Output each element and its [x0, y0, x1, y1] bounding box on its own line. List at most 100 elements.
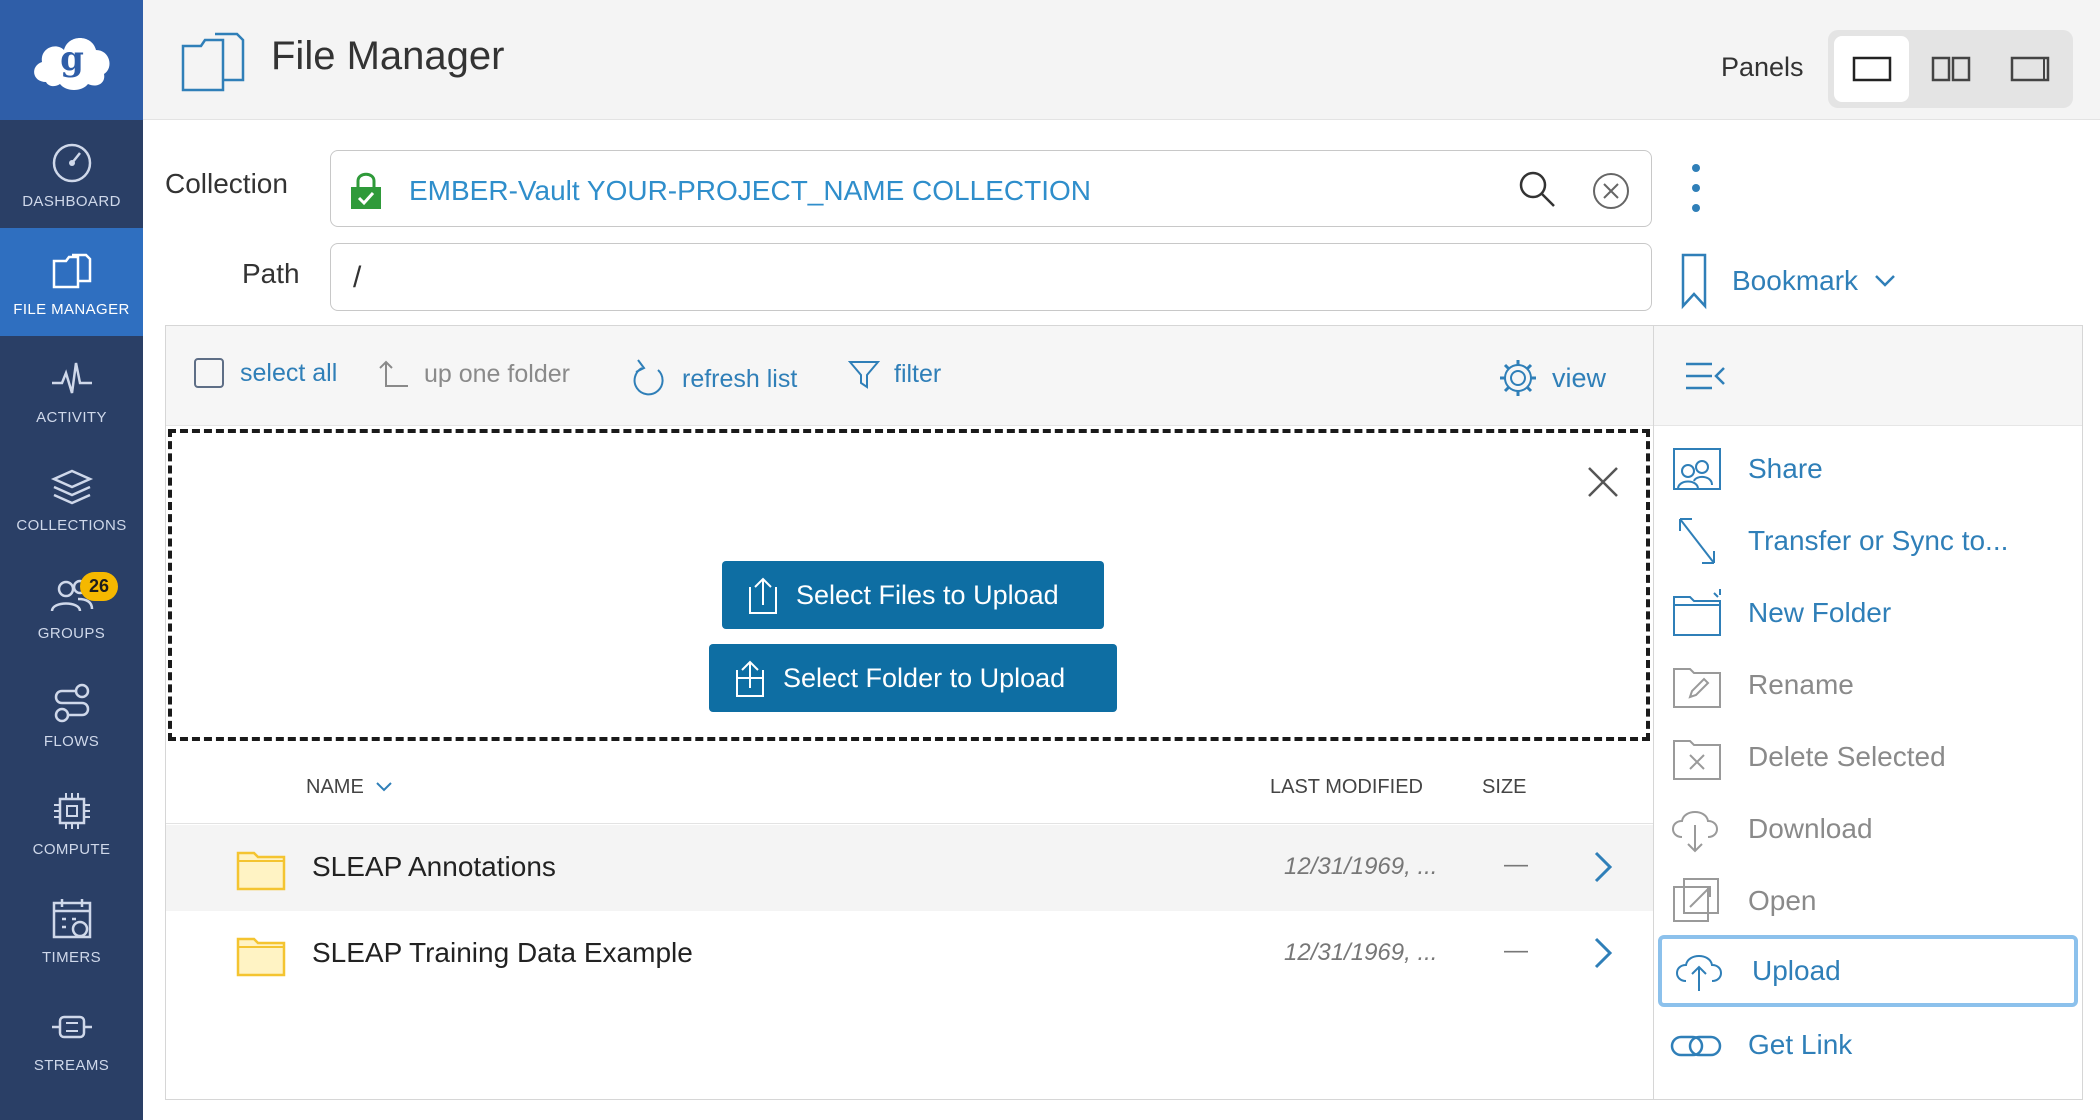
collection-name[interactable]: EMBER-Vault YOUR-PROJECT_NAME COLLECTION — [409, 175, 1091, 207]
bookmark-dropdown[interactable]: Bookmark — [1680, 252, 1896, 310]
filter-icon — [848, 361, 880, 389]
sidebar-item-groups[interactable]: GROUPS 26 — [0, 552, 143, 660]
upload-dropzone[interactable]: Select Files to Upload Select Folder to … — [168, 429, 1650, 741]
sidebar-item-streams[interactable]: STREAMS — [0, 984, 143, 1092]
folder-upload-icon — [736, 660, 764, 697]
open-icon — [1673, 878, 1719, 922]
file-name[interactable]: SLEAP Annotations — [312, 851, 556, 883]
sidebar-item-file-manager[interactable]: FILE MANAGER — [0, 228, 143, 336]
action-get-link[interactable]: Get Link — [1654, 1009, 2082, 1081]
action-panel: Share Transfer or Sync to... New Folder … — [1653, 325, 2083, 1100]
action-new-folder[interactable]: New Folder — [1654, 577, 2082, 649]
sidebar-item-activity[interactable]: ACTIVITY — [0, 336, 143, 444]
action-label: Download — [1748, 813, 1873, 844]
action-rename[interactable]: Rename — [1654, 649, 2082, 721]
sidebar-item-collections[interactable]: COLLECTIONS — [0, 444, 143, 552]
action-share[interactable]: Share — [1654, 433, 2082, 505]
clear-icon[interactable] — [1591, 171, 1631, 211]
globus-logo[interactable]: g — [0, 0, 143, 120]
column-last-modified-header[interactable]: LAST MODIFIED — [1270, 776, 1423, 799]
filter-label: filter — [894, 359, 942, 388]
select-files-upload-button[interactable]: Select Files to Upload — [722, 561, 1104, 629]
filter-button[interactable]: filter — [848, 358, 941, 390]
view-settings-button[interactable]: view — [1498, 358, 1606, 398]
chevron-right-icon[interactable] — [1592, 935, 1616, 971]
select-folder-upload-button[interactable]: Select Folder to Upload — [709, 644, 1117, 712]
refresh-list-button[interactable]: refresh list — [630, 358, 797, 400]
dashboard-icon — [52, 143, 91, 182]
svg-text:g: g — [60, 39, 84, 79]
view-label: view — [1552, 362, 1607, 393]
path-input[interactable] — [353, 258, 1633, 298]
table-row[interactable]: SLEAP Annotations 12/31/1969, ... — — [166, 825, 1653, 911]
lock-icon — [351, 172, 381, 209]
groups-count-badge: 26 — [80, 572, 119, 601]
select-all-checkbox[interactable] — [194, 358, 224, 388]
search-icon[interactable] — [1517, 169, 1557, 209]
new-folder-icon — [1673, 589, 1721, 636]
close-icon[interactable] — [1586, 465, 1620, 499]
sidebar: g DASHBOARD FILE MANAGER ACTIVITY COLLEC… — [0, 0, 143, 1120]
file-last-modified: 12/31/1969, ... — [1284, 853, 1438, 880]
column-size-header[interactable]: SIZE — [1482, 776, 1526, 799]
action-upload[interactable]: Upload — [1658, 935, 2078, 1007]
file-list-header: NAME LAST MODIFIED SIZE — [166, 746, 1653, 824]
collection-search-field[interactable]: EMBER-Vault YOUR-PROJECT_NAME COLLECTION — [330, 150, 1652, 227]
flows-icon — [54, 683, 89, 722]
double-panel-button[interactable] — [1913, 36, 1988, 102]
action-transfer[interactable]: Transfer or Sync to... — [1654, 505, 2082, 577]
single-panel-alt-button[interactable] — [1992, 36, 2067, 102]
action-label: Transfer or Sync to... — [1748, 525, 2009, 556]
bookmark-label: Bookmark — [1732, 265, 1859, 296]
sidebar-item-label: COMPUTE — [32, 840, 111, 858]
gear-icon — [1500, 360, 1536, 396]
file-last-modified: 12/31/1969, ... — [1284, 939, 1438, 966]
page-header: File Manager Panels — [143, 0, 2100, 120]
select-folder-label: Select Folder to Upload — [783, 662, 1066, 693]
streams-icon — [51, 1015, 92, 1038]
file-size: — — [1504, 851, 1528, 878]
action-download[interactable]: Download — [1654, 793, 2082, 865]
select-all-button[interactable]: select all — [194, 358, 337, 388]
refresh-icon — [633, 359, 664, 396]
select-files-label: Select Files to Upload — [796, 579, 1059, 610]
collections-icon — [50, 469, 93, 504]
chevron-down-icon — [1875, 275, 1895, 287]
collection-label: Collection — [165, 168, 288, 199]
more-options-icon[interactable] — [1684, 160, 1708, 216]
action-delete-selected[interactable]: Delete Selected — [1654, 721, 2082, 793]
single-panel-alt-icon — [2010, 56, 2049, 82]
sidebar-item-label: DASHBOARD — [22, 192, 121, 210]
action-label: Rename — [1748, 669, 1854, 700]
bookmark-icon — [1681, 253, 1707, 310]
action-panel-header — [1654, 326, 2082, 426]
action-label: Open — [1748, 885, 1817, 916]
sidebar-item-flows[interactable]: FLOWS — [0, 660, 143, 768]
sidebar-item-timers[interactable]: TIMERS — [0, 876, 143, 984]
path-field[interactable] — [330, 243, 1652, 311]
single-panel-icon — [1852, 56, 1891, 82]
chevron-right-icon[interactable] — [1592, 849, 1616, 885]
rename-icon — [1673, 668, 1721, 708]
upload-icon — [1676, 955, 1722, 991]
path-label: Path — [242, 258, 300, 289]
column-name-header[interactable]: NAME — [306, 776, 393, 799]
sidebar-item-label: FILE MANAGER — [13, 300, 130, 318]
up-one-folder-button[interactable]: up one folder — [378, 358, 570, 390]
action-open[interactable]: Open — [1654, 865, 2082, 937]
globus-cloud-logo-icon: g — [33, 38, 110, 90]
folder-icon — [236, 851, 286, 891]
panel-layout-toggle — [1828, 30, 2073, 108]
collapse-menu-icon[interactable] — [1684, 360, 1728, 392]
select-all-label: select all — [240, 358, 338, 387]
sidebar-item-compute[interactable]: COMPUTE — [0, 768, 143, 876]
sidebar-item-label: ACTIVITY — [36, 408, 107, 426]
single-panel-button[interactable] — [1834, 36, 1909, 102]
sidebar-item-dashboard[interactable]: DASHBOARD — [0, 120, 143, 228]
file-size: — — [1504, 937, 1528, 964]
file-name[interactable]: SLEAP Training Data Example — [312, 937, 693, 969]
compute-icon — [53, 792, 90, 829]
table-row[interactable]: SLEAP Training Data Example 12/31/1969, … — [166, 911, 1653, 997]
sidebar-item-label: GROUPS — [37, 624, 106, 642]
sidebar-item-label: COLLECTIONS — [16, 516, 127, 534]
